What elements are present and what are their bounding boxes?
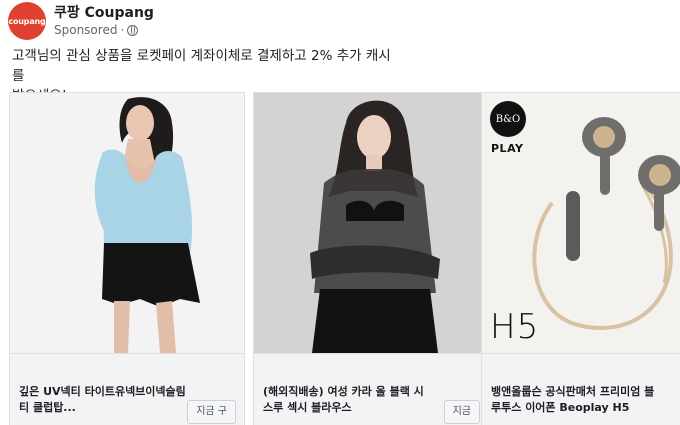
product-image[interactable]: B&O PLAY H5 [482,93,680,353]
avatar-logo-text: coupang [8,16,46,26]
shop-now-button[interactable]: 지금 [443,400,480,424]
product-carousel: 깊은 UV넥티 타이트유넥브이넥슬림티 클럽탑... 지금 구 (해외직배송) … [9,92,680,425]
product-image[interactable] [10,93,244,353]
page-avatar[interactable]: coupang [8,2,46,40]
shop-now-button[interactable]: 지금 구 [187,400,236,424]
product-title[interactable]: 뱅앤올룹슨 공식판매처 프리미엄 블루투스 이어폰 Beoplay H5 [491,384,661,416]
product-title[interactable]: 깊은 UV넥티 타이트유넥브이넥슬림티 클럽탑... [19,384,189,416]
brand-play-label: PLAY [491,142,524,155]
carousel-card[interactable]: (해외직배송) 여성 카라 올 블랙 시스루 섹시 블라우스 지금 [253,92,489,425]
carousel-card[interactable]: 깊은 UV넥티 타이트유넥브이넥슬림티 클럽탑... 지금 구 [9,92,245,425]
sponsored-row: Sponsored · [54,22,154,38]
woman-black-blouse-image [254,93,488,353]
separator-dot: · [120,23,125,37]
product-title[interactable]: (해외직배송) 여성 카라 올 블랙 시스루 섹시 블라우스 [263,384,433,416]
card-info: 뱅앤올룹슨 공식판매처 프리미엄 블루투스 이어폰 Beoplay H5 지 [482,353,680,425]
bo-logo-text: B&O [495,113,521,125]
post-header: coupang 쿠팡 Coupang Sponsored · [8,2,154,40]
bo-logo: B&O [490,101,526,137]
carousel-card[interactable]: B&O PLAY H5 뱅앤올룹슨 공식판매처 프리미엄 블루투스 이어폰 Be… [481,92,680,425]
page-name-link[interactable]: 쿠팡 Coupang [54,4,154,22]
card-info: 깊은 UV넥티 타이트유넥브이넥슬림티 클럽탑... 지금 구 [10,353,244,425]
globe-icon [127,24,139,36]
woman-blue-top-image [10,93,244,353]
card-info: (해외직배송) 여성 카라 올 블랙 시스루 섹시 블라우스 지금 [254,353,488,425]
sponsored-label[interactable]: Sponsored [54,22,117,38]
post-body-line-1: 고객님의 관심 상품을 로켓페이 계좌이체로 결제하고 2% 추가 캐시를 [12,48,391,84]
product-model-label: H5 [490,307,540,347]
product-image[interactable] [254,93,488,353]
page-info: 쿠팡 Coupang Sponsored · [54,4,154,38]
